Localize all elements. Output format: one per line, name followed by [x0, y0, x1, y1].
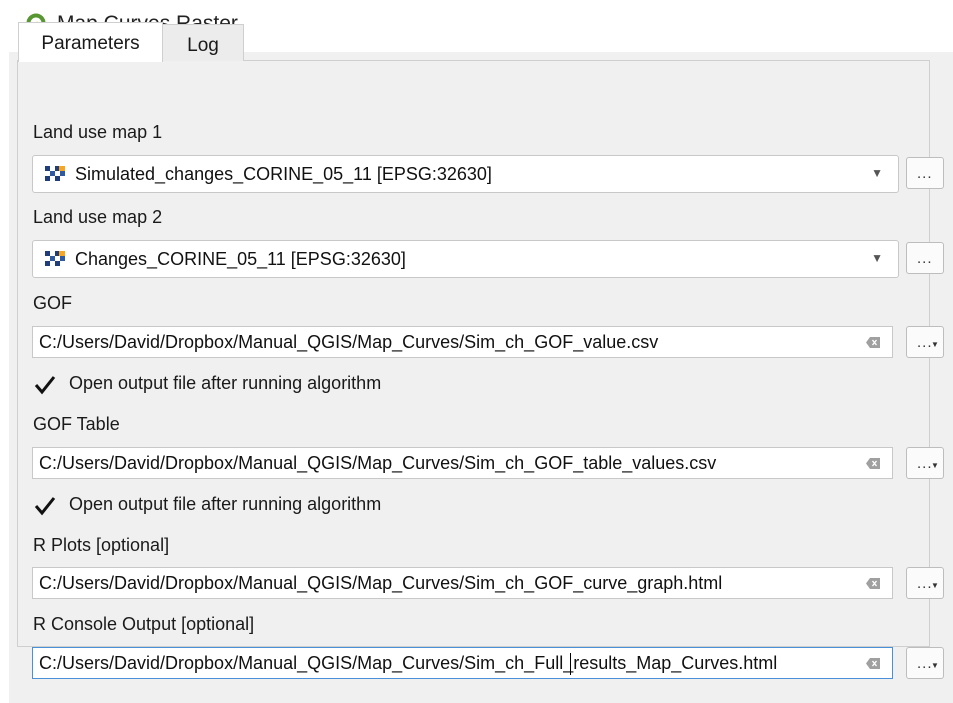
r-plots-file-value: C:/Users/David/Dropbox/Manual_QGIS/Map_C… [39, 573, 723, 593]
dropdown-arrow-icon: ▼ [931, 581, 939, 590]
browse-label: ... [917, 165, 933, 182]
r-plots-browse-button[interactable]: ... ▼ [906, 567, 944, 599]
clear-icon[interactable] [866, 578, 880, 589]
gof-file-input[interactable]: C:/Users/David/Dropbox/Manual_QGIS/Map_C… [32, 326, 893, 358]
land-use-map-2-label: Land use map 2 [33, 207, 163, 227]
r-console-browse-button[interactable]: ... ▼ [906, 647, 944, 679]
dropdown-arrow-icon: ▼ [931, 340, 939, 349]
gof-open-output-label: Open output file after running algorithm [69, 373, 382, 393]
gof-table-browse-button[interactable]: ... ▼ [906, 447, 944, 479]
browse-label: ... [917, 250, 933, 267]
raster-layer-icon [45, 251, 65, 266]
r-console-file-input[interactable]: C:/Users/David/Dropbox/Manual_QGIS/Map_C… [32, 647, 893, 679]
land-use-map-2-value: Changes_CORINE_05_11 [EPSG:32630] [75, 249, 406, 269]
gof-file-value: C:/Users/David/Dropbox/Manual_QGIS/Map_C… [39, 332, 659, 352]
text-caret [570, 653, 571, 675]
r-plots-file-input[interactable]: C:/Users/David/Dropbox/Manual_QGIS/Map_C… [32, 567, 893, 599]
gof-browse-button[interactable]: ... ▼ [906, 326, 944, 358]
dropdown-arrow-icon: ▼ [931, 461, 939, 470]
checkmark-icon [34, 376, 56, 395]
tab-log-label: Log [187, 35, 219, 56]
r-console-file-value: C:/Users/David/Dropbox/Manual_QGIS/Map_C… [39, 653, 778, 673]
clear-icon[interactable] [866, 658, 880, 669]
dropdown-arrow-icon: ▼ [931, 661, 939, 670]
land-use-map-1-label: Land use map 1 [33, 122, 163, 142]
clear-icon[interactable] [866, 337, 880, 348]
gof-table-file-input[interactable]: C:/Users/David/Dropbox/Manual_QGIS/Map_C… [32, 447, 893, 479]
land-use-map-2-browse-button[interactable]: ... [906, 242, 944, 274]
gof-table-label: GOF Table [33, 414, 120, 434]
land-use-map-1-value: Simulated_changes_CORINE_05_11 [EPSG:326… [75, 164, 492, 184]
chevron-down-icon[interactable]: ▼ [871, 251, 883, 265]
gof-table-file-value: C:/Users/David/Dropbox/Manual_QGIS/Map_C… [39, 453, 717, 473]
raster-layer-icon [45, 166, 65, 181]
tab-parameters[interactable]: Parameters [18, 22, 163, 62]
chevron-down-icon[interactable]: ▼ [871, 166, 883, 180]
r-console-label: R Console Output [optional] [33, 614, 255, 634]
r-plots-label: R Plots [optional] [33, 535, 170, 555]
checkmark-icon [34, 497, 56, 516]
gof-label: GOF [33, 293, 72, 313]
land-use-map-1-select[interactable]: Simulated_changes_CORINE_05_11 [EPSG:326… [32, 155, 899, 193]
land-use-map-1-browse-button[interactable]: ... [906, 157, 944, 189]
land-use-map-2-select[interactable]: Changes_CORINE_05_11 [EPSG:32630] ▼ [32, 240, 899, 278]
clear-icon[interactable] [866, 458, 880, 469]
tab-log[interactable]: Log [162, 24, 244, 61]
tab-parameters-label: Parameters [41, 33, 140, 54]
gof-table-open-output-label: Open output file after running algorithm [69, 494, 382, 514]
